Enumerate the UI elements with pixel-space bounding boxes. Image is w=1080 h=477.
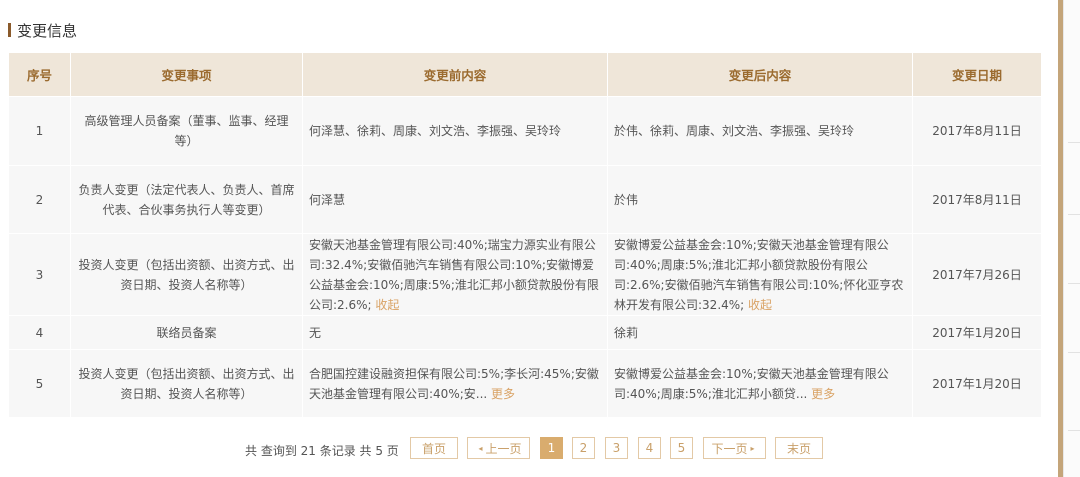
table-row: 4 联络员备案 无 徐莉 2017年1月20日 — [8, 315, 1042, 350]
more-link[interactable]: 更多 — [491, 387, 515, 401]
row-item: 高级管理人员备案（董事、监事、经理等） — [70, 96, 303, 166]
next-page-button[interactable]: 下一页 ▸ — [703, 437, 766, 459]
collapse-link[interactable]: 收起 — [375, 298, 399, 312]
divider — [1068, 142, 1080, 143]
divider — [1068, 283, 1080, 284]
first-page-button[interactable]: 首页 — [410, 437, 458, 459]
divider — [1068, 430, 1080, 431]
table-header-row: 序号 变更事项 变更前内容 变更后内容 变更日期 — [8, 52, 1042, 97]
divider — [1068, 352, 1080, 353]
collapse-link[interactable]: 收起 — [748, 298, 772, 312]
row-item: 联络员备案 — [70, 315, 303, 350]
row-after: 徐莉 — [607, 315, 913, 350]
row-index: 5 — [8, 349, 71, 418]
row-index: 2 — [8, 165, 71, 234]
triangle-left-icon: ◂ — [478, 443, 483, 453]
row-item: 投资人变更（包括出资额、出资方式、出资日期、投资人名称等） — [70, 233, 303, 316]
row-after: 安徽博爱公益基金会:10%;安徽天池基金管理有限公司:40%;周康:5%;淮北汇… — [614, 366, 889, 401]
title-marker-icon — [8, 23, 11, 37]
section-title: 变更信息 — [8, 20, 77, 40]
col-header-date: 变更日期 — [912, 52, 1042, 97]
triangle-right-icon: ▸ — [750, 443, 755, 453]
row-date: 2017年1月20日 — [912, 349, 1042, 418]
row-before-cell: 合肥国控建设融资担保有限公司:5%;李长河:45%;安徽天池基金管理有限公司:4… — [302, 349, 608, 418]
change-table: 序号 变更事项 变更前内容 变更后内容 变更日期 1 高级管理人员备案（董事、监… — [8, 52, 1042, 418]
change-info-panel: 变更信息 序号 变更事项 变更前内容 变更后内容 变更日期 1 高级管理人员备案… — [0, 0, 1055, 477]
row-before: 何泽慧、徐莉、周康、刘文浩、李振强、吴玲玲 — [302, 96, 608, 166]
last-page-button[interactable]: 末页 — [775, 437, 823, 459]
table-row: 2 负责人变更（法定代表人、负责人、首席代表、合伙事务执行人等变更） 何泽慧 於… — [8, 165, 1042, 234]
row-before-cell: 安徽天池基金管理有限公司:40%;瑞宝力源实业有限公司:32.4%;安徽佰驰汽车… — [302, 233, 608, 316]
table-row: 3 投资人变更（包括出资额、出资方式、出资日期、投资人名称等） 安徽天池基金管理… — [8, 233, 1042, 316]
right-side-panel — [1063, 0, 1080, 477]
prev-page-label: 上一页 — [485, 441, 522, 456]
page-button-2[interactable]: 2 — [572, 437, 595, 459]
col-header-index: 序号 — [8, 52, 71, 97]
more-link[interactable]: 更多 — [811, 387, 835, 401]
row-item: 负责人变更（法定代表人、负责人、首席代表、合伙事务执行人等变更） — [70, 165, 303, 234]
row-before: 何泽慧 — [302, 165, 608, 234]
col-header-item: 变更事项 — [70, 52, 303, 97]
pagination-total: 共 查询到 21 条记录 共 5 页 — [245, 444, 399, 458]
row-before: 安徽天池基金管理有限公司:40%;瑞宝力源实业有限公司:32.4%;安徽佰驰汽车… — [309, 237, 599, 312]
row-after-cell: 安徽博爱公益基金会:10%;安徽天池基金管理有限公司:40%;周康:5%;淮北汇… — [607, 233, 913, 316]
row-date: 2017年7月26日 — [912, 233, 1042, 316]
row-index: 1 — [8, 96, 71, 166]
page-button-1[interactable]: 1 — [540, 437, 563, 459]
row-after-cell: 安徽博爱公益基金会:10%;安徽天池基金管理有限公司:40%;周康:5%;淮北汇… — [607, 349, 913, 418]
row-date: 2017年1月20日 — [912, 315, 1042, 350]
row-after: 於伟、徐莉、周康、刘文浩、李振强、吴玲玲 — [607, 96, 913, 166]
divider — [1068, 214, 1080, 215]
prev-page-button[interactable]: ◂ 上一页 — [467, 437, 530, 459]
pagination: 共 查询到 21 条记录 共 5 页 首页 ◂ 上一页 1 2 3 4 5 下一… — [0, 437, 1055, 461]
col-header-after: 变更后内容 — [607, 52, 913, 97]
row-date: 2017年8月11日 — [912, 165, 1042, 234]
row-date: 2017年8月11日 — [912, 96, 1042, 166]
row-before: 无 — [302, 315, 608, 350]
table-row: 5 投资人变更（包括出资额、出资方式、出资日期、投资人名称等） 合肥国控建设融资… — [8, 349, 1042, 418]
row-before: 合肥国控建设融资担保有限公司:5%;李长河:45%;安徽天池基金管理有限公司:4… — [309, 366, 599, 401]
row-after: 於伟 — [607, 165, 913, 234]
row-index: 4 — [8, 315, 71, 350]
section-title-text: 变更信息 — [17, 21, 78, 40]
page-button-4[interactable]: 4 — [638, 437, 661, 459]
page-button-3[interactable]: 3 — [605, 437, 628, 459]
next-page-label: 下一页 — [711, 441, 748, 456]
table-row: 1 高级管理人员备案（董事、监事、经理等） 何泽慧、徐莉、周康、刘文浩、李振强、… — [8, 96, 1042, 166]
row-index: 3 — [8, 233, 71, 316]
col-header-before: 变更前内容 — [302, 52, 608, 97]
page-button-5[interactable]: 5 — [670, 437, 693, 459]
row-item: 投资人变更（包括出资额、出资方式、出资日期、投资人名称等） — [70, 349, 303, 418]
